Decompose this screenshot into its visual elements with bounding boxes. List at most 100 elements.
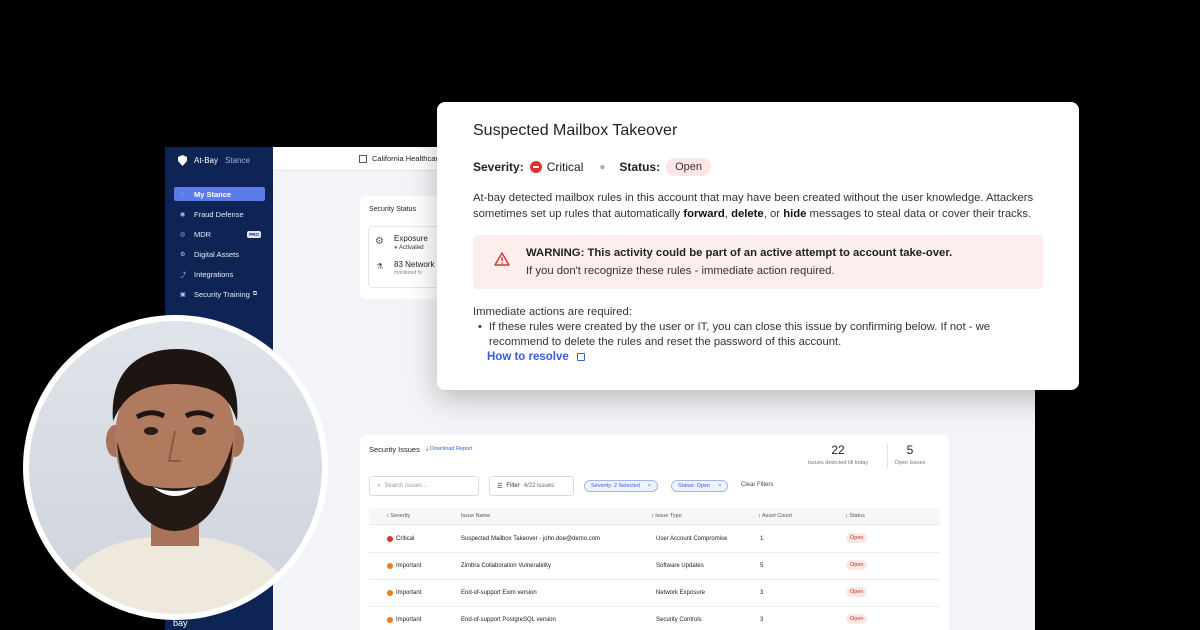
severity-cell: Critical bbox=[387, 536, 414, 542]
brand-product: Stance bbox=[225, 156, 250, 165]
severity-filter-chip[interactable]: Severity: 2 Selected × bbox=[584, 480, 659, 492]
issue-type-cell: Network Exposure bbox=[656, 590, 706, 596]
resolve-label: How to resolve bbox=[487, 351, 569, 363]
severity-cell: Important bbox=[387, 590, 421, 596]
sidebar-item-label: MDR bbox=[194, 229, 212, 239]
filter-button[interactable]: ☰ Filter 4/22 issues bbox=[489, 476, 574, 496]
presenter-avatar bbox=[23, 315, 328, 620]
table-row[interactable]: Important End-of-support PostgreSQL vers… bbox=[369, 607, 940, 630]
sidebar-item-label: Fraud Defense bbox=[194, 209, 244, 219]
plug-icon: ⤴ bbox=[180, 272, 187, 279]
sidebar-item-mdr[interactable]: ◎ MDR PRO bbox=[174, 227, 265, 241]
security-status-title: Security Status bbox=[369, 206, 417, 213]
table-row[interactable]: Critical Suspected Mailbox Takeover - jo… bbox=[369, 526, 940, 553]
warning-subtitle: If you don't recognize these rules - imm… bbox=[526, 265, 835, 277]
asset-count-cell: 3 bbox=[760, 617, 764, 623]
graduation-icon: ▣ bbox=[180, 291, 186, 298]
table-header: ↕ Severity Issue Name ↕ Issue Type ↕ Ass… bbox=[369, 508, 940, 525]
issue-meta: Severity: Critical ● Status: Open bbox=[473, 158, 712, 176]
column-header-status[interactable]: ↕ Status bbox=[845, 513, 865, 519]
how-to-resolve-link[interactable]: How to resolve bbox=[487, 351, 585, 363]
warning-title: WARNING: This activity could be part of … bbox=[526, 247, 953, 259]
status-badge: Open bbox=[846, 614, 868, 624]
org-selector[interactable]: California Healthcare bbox=[359, 154, 442, 163]
severity-label: Important bbox=[396, 563, 422, 569]
table-row[interactable]: Important Zimbra Collaboration Vulnerabi… bbox=[369, 553, 940, 580]
clear-filters-button[interactable]: Clear Filters bbox=[741, 482, 773, 488]
status-filter-chip[interactable]: Status: Open × bbox=[671, 480, 729, 492]
stat-value: 5 bbox=[906, 443, 914, 457]
shield-icon: ◉ bbox=[180, 211, 186, 218]
building-icon bbox=[359, 154, 367, 163]
important-icon bbox=[387, 590, 393, 596]
close-icon[interactable]: × bbox=[648, 483, 651, 489]
column-label: Asset Count bbox=[761, 513, 792, 519]
column-header-severity[interactable]: ↕ Severity bbox=[386, 513, 410, 519]
issue-name-cell: End-of-support PostgreSQL version bbox=[461, 617, 556, 623]
status-badge: Open bbox=[846, 587, 868, 597]
status-badge: Open bbox=[846, 533, 868, 543]
issue-name-cell: Suspected Mailbox Takeover - john.doe@de… bbox=[461, 536, 601, 542]
search-placeholder: Search issues... bbox=[384, 483, 428, 489]
desc-text-end: messages to steal data or cover their tr… bbox=[806, 208, 1032, 220]
column-header-asset-count[interactable]: ↕ Asset Count bbox=[758, 513, 792, 519]
sidebar-item-security-training[interactable]: ▣ Security Training ⧉ bbox=[174, 287, 265, 301]
asset-count-cell: 5 bbox=[760, 563, 764, 569]
open-issues-stat: 5 Open Issues bbox=[890, 443, 930, 466]
action-item: If these rules were created by the user … bbox=[489, 321, 991, 348]
status-badge: Open bbox=[846, 560, 868, 570]
critical-icon bbox=[387, 536, 393, 542]
chip-label: Severity: 2 Selected bbox=[591, 483, 640, 489]
popup-title: Suspected Mailbox Takeover bbox=[473, 122, 678, 139]
exposure-label: Exposure bbox=[394, 234, 428, 243]
column-label: Severity bbox=[390, 513, 411, 519]
critical-icon bbox=[529, 161, 542, 173]
stat-value: 22 bbox=[831, 443, 845, 457]
bullet-icon: • bbox=[478, 321, 482, 333]
column-label: Status bbox=[849, 513, 865, 519]
sidebar-item-label: Integrations bbox=[194, 269, 234, 279]
download-report-label: Download Report bbox=[429, 446, 473, 452]
network-sub: monitored fo bbox=[394, 270, 422, 276]
issue-name-cell: Zimbra Collaboration Vulnerability bbox=[461, 563, 551, 569]
desc-separator: , or bbox=[763, 208, 784, 220]
exposure-status: ● Activated bbox=[394, 245, 424, 251]
column-header-issue-type[interactable]: ↕ Issue Type bbox=[651, 513, 682, 519]
search-icon: ⌕ bbox=[377, 482, 381, 489]
severity-label: Critical bbox=[396, 536, 415, 542]
external-link-icon: ⧉ bbox=[252, 290, 258, 297]
download-report-link[interactable]: ⤓ Download Report bbox=[426, 446, 472, 453]
column-header-issue-name[interactable]: Issue Name bbox=[461, 513, 490, 519]
warning-banner: WARNING: This activity could be part of … bbox=[473, 235, 1043, 289]
brand-logo[interactable]: At-Bay Stance bbox=[178, 155, 250, 166]
asset-count-cell: 3 bbox=[760, 590, 764, 596]
actions-title: Immediate actions are required: bbox=[473, 306, 632, 318]
search-input[interactable]: ⌕ Search issues... bbox=[369, 476, 479, 496]
pro-badge: PRO bbox=[247, 230, 261, 238]
asset-count-cell: 1 bbox=[760, 536, 764, 542]
important-icon bbox=[387, 617, 393, 623]
severity-cell: Important bbox=[387, 617, 421, 623]
desc-hide: hide bbox=[783, 208, 807, 220]
issue-description: At-bay detected mailbox rules in this ac… bbox=[473, 190, 1048, 222]
issue-detail-popup: Suspected Mailbox Takeover Severity: Cri… bbox=[437, 102, 1079, 390]
stat-divider bbox=[887, 443, 888, 469]
person-illustration bbox=[49, 349, 304, 614]
sidebar-item-integrations[interactable]: ⤴ Integrations bbox=[174, 267, 265, 281]
issue-name-cell: End-of-support Exim version bbox=[461, 590, 537, 596]
sidebar-item-label: Security Training bbox=[194, 289, 250, 299]
avatar-photo bbox=[29, 321, 322, 614]
table-row[interactable]: Important End-of-support Exim version Ne… bbox=[369, 580, 940, 607]
filter-count: 4/22 issues bbox=[523, 483, 555, 489]
sidebar-item-my-stance[interactable]: ⌂ My Stance bbox=[174, 187, 265, 201]
sidebar-item-digital-assets[interactable]: ⚙ Digital Assets bbox=[174, 247, 265, 261]
org-name: California Healthcare bbox=[372, 154, 443, 163]
desc-delete: delete bbox=[731, 208, 764, 220]
security-issues-card: Security Issues ⤓ Download Report 22 Iss… bbox=[360, 435, 949, 630]
brand-name: At-Bay bbox=[194, 156, 219, 165]
sidebar-item-fraud-defense[interactable]: ◉ Fraud Defense bbox=[174, 207, 265, 221]
warning-icon bbox=[494, 252, 510, 266]
sidebar-item-label: My Stance bbox=[194, 189, 232, 199]
close-icon[interactable]: × bbox=[718, 483, 721, 489]
external-link-icon bbox=[576, 353, 585, 361]
